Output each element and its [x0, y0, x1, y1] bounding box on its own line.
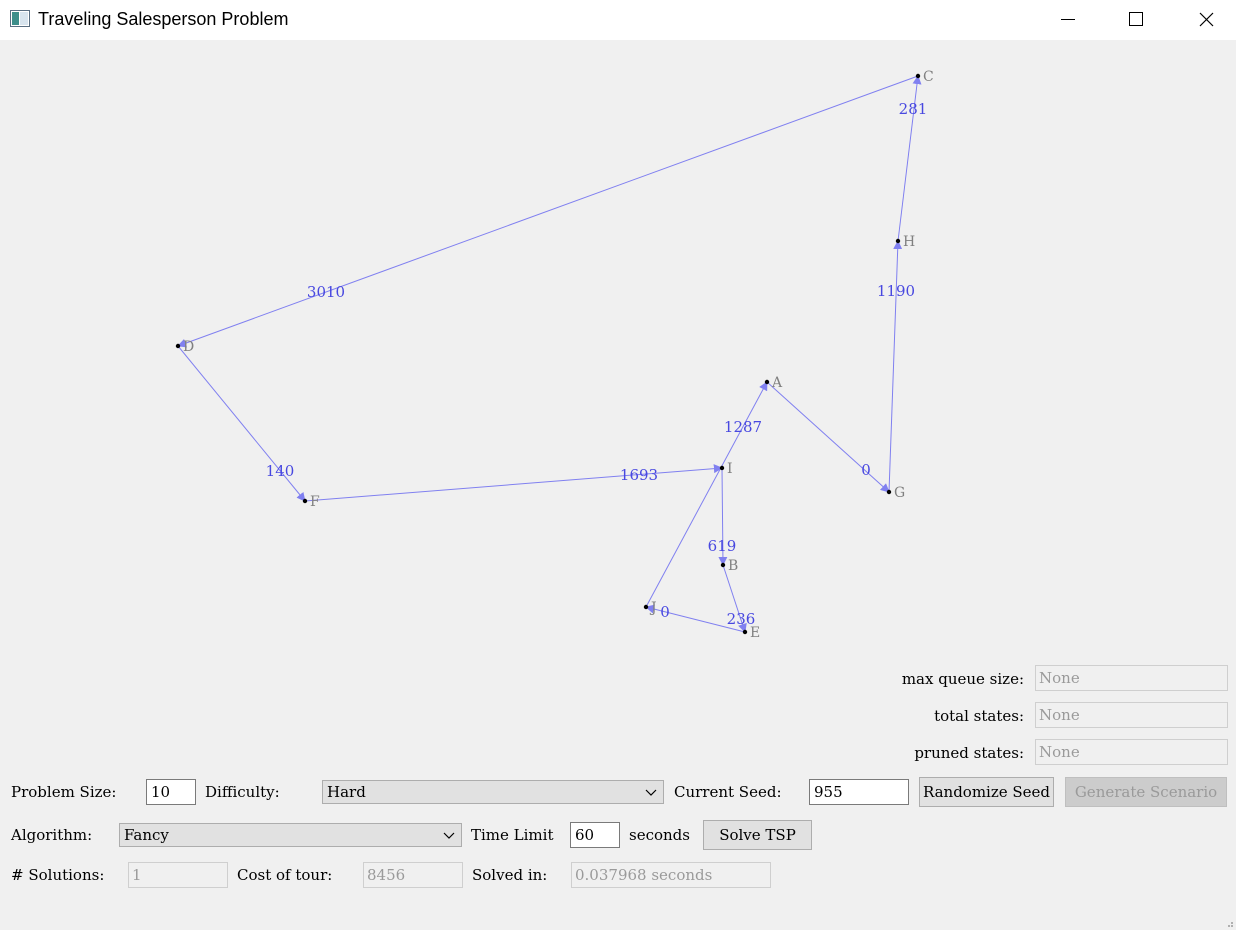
- edge-cost-label: 619: [708, 537, 737, 555]
- window-title: Traveling Salesperson Problem: [38, 9, 289, 29]
- tour-graph-canvas: CHDAIGFBJE 140 16936192360128701190281301…: [175, 69, 934, 641]
- max-queue-size-label: max queue size:: [901, 670, 1024, 688]
- max-queue-size-field: None: [1035, 665, 1228, 691]
- city-node-G: [886, 489, 892, 495]
- edge-cost-label: 281: [899, 100, 928, 118]
- pruned-states-field: None: [1035, 739, 1228, 765]
- city-node-E: [742, 629, 748, 635]
- maximize-icon: [1129, 12, 1143, 26]
- current-seed-label: Current Seed:: [674, 783, 782, 801]
- total-states-field: None: [1035, 702, 1228, 728]
- city-node-F: [302, 498, 308, 504]
- city-label-B: B: [728, 558, 738, 574]
- edge-C-D: [177, 75, 919, 348]
- close-icon: [1199, 12, 1214, 27]
- city-node-I: [719, 465, 725, 471]
- cost-of-tour-label: Cost of tour:: [237, 866, 333, 884]
- time-limit-input[interactable]: 60: [570, 822, 620, 848]
- total-states-label: total states:: [934, 707, 1024, 725]
- difficulty-label: Difficulty:: [205, 783, 280, 801]
- edge-cost-label: 236: [727, 610, 756, 628]
- seconds-label: seconds: [629, 826, 690, 844]
- city-node-D: [175, 343, 181, 349]
- edge-cost-label: 1693: [620, 466, 658, 484]
- algorithm-value: Fancy: [124, 826, 169, 844]
- city-label-G: G: [894, 485, 905, 501]
- edge-cost-label: 1287: [724, 418, 762, 436]
- algorithm-label: Algorithm:: [11, 826, 93, 844]
- cost-of-tour-field: 8456: [363, 862, 463, 888]
- algorithm-select[interactable]: Fancy: [119, 823, 462, 847]
- city-node-C: [915, 73, 921, 79]
- pruned-states-label: pruned states:: [914, 744, 1024, 762]
- solved-in-label: Solved in:: [472, 866, 548, 884]
- solved-in-field: 0.037968 seconds: [571, 862, 771, 888]
- edge-cost-label: 0: [861, 461, 871, 479]
- title-bar: Traveling Salesperson Problem: [0, 0, 1236, 40]
- difficulty-value: Hard: [327, 783, 366, 801]
- solve-tsp-button[interactable]: Solve TSP: [703, 820, 812, 850]
- city-label-A: A: [771, 375, 783, 391]
- time-limit-label: Time Limit: [471, 826, 554, 844]
- current-seed-input[interactable]: 955: [809, 779, 909, 805]
- edge-cost-label: 0: [660, 603, 670, 621]
- city-node-J: [643, 604, 649, 610]
- chevron-down-icon: [443, 832, 455, 839]
- edge-F-I: [304, 464, 723, 502]
- city-label-J: J: [649, 600, 657, 616]
- city-node-A: [764, 379, 770, 385]
- problem-size-label: Problem Size:: [11, 783, 117, 801]
- generate-scenario-button[interactable]: Generate Scenario: [1065, 777, 1227, 807]
- city-node-H: [895, 238, 901, 244]
- maximize-button[interactable]: [1113, 0, 1159, 40]
- city-label-I: I: [727, 461, 733, 477]
- app-icon: [10, 10, 30, 27]
- difficulty-select[interactable]: Hard: [322, 780, 664, 804]
- edge-cost-label: 1190: [877, 282, 915, 300]
- city-label-H: H: [903, 234, 915, 250]
- problem-size-input[interactable]: 10: [146, 779, 196, 805]
- resize-grip-icon[interactable]: [1224, 918, 1234, 928]
- close-button[interactable]: [1183, 0, 1229, 40]
- edge-cost-label: 140: [266, 462, 295, 480]
- edge-G-H: [888, 240, 903, 493]
- city-node-B: [720, 562, 726, 568]
- minimize-button[interactable]: [1045, 0, 1091, 40]
- randomize-seed-button[interactable]: Randomize Seed: [919, 777, 1054, 807]
- city-label-D: D: [183, 339, 194, 355]
- solutions-field: 1: [128, 862, 228, 888]
- city-label-F: F: [310, 494, 320, 510]
- city-label-C: C: [923, 69, 934, 85]
- minimize-icon: [1061, 19, 1075, 20]
- edge-J-A: [645, 381, 768, 608]
- chevron-down-icon: [645, 789, 657, 796]
- edge-cost-label: 3010: [307, 283, 345, 301]
- solutions-label: # Solutions:: [11, 866, 105, 884]
